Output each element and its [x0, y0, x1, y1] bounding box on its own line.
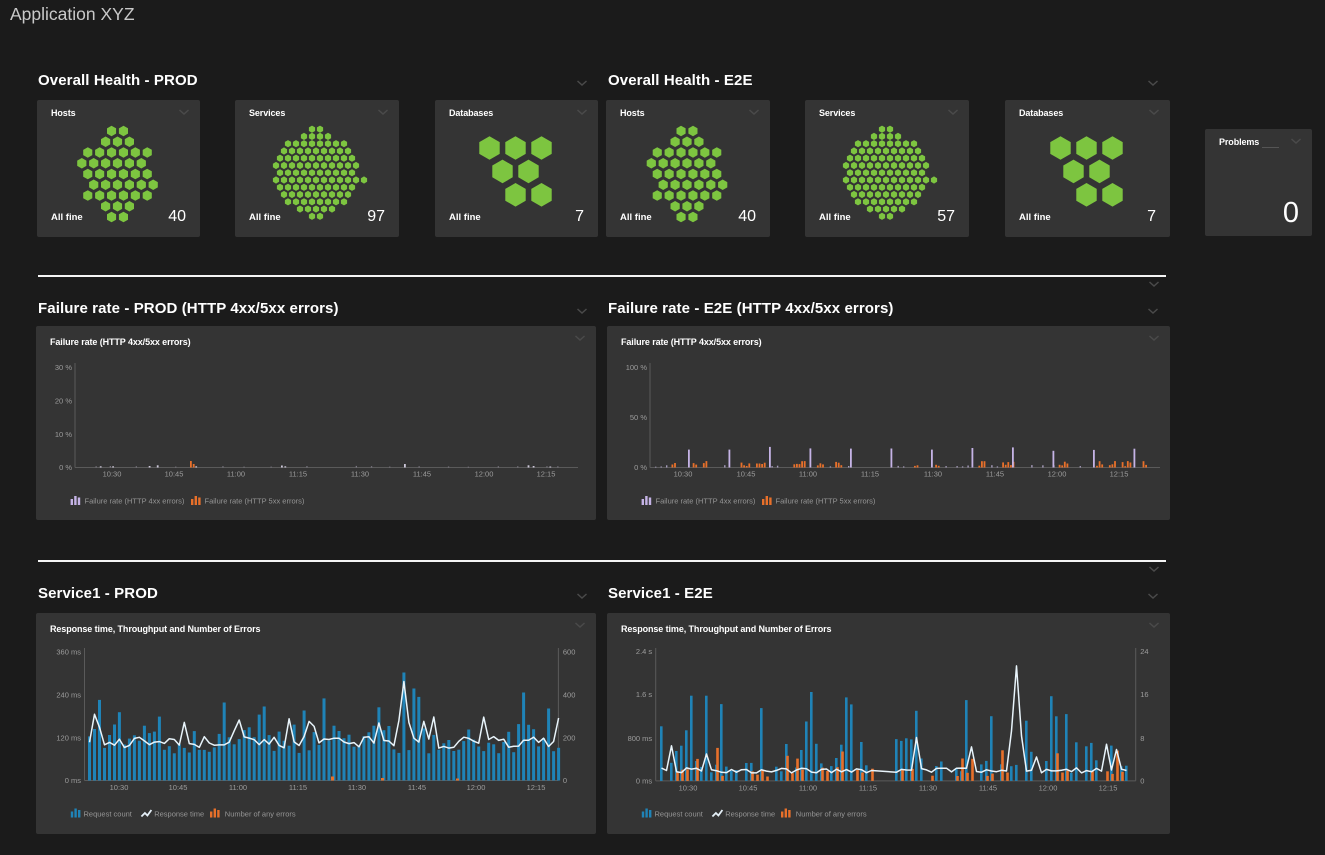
- svg-text:2.4 s: 2.4 s: [636, 647, 653, 656]
- svg-text:12:00: 12:00: [475, 470, 494, 479]
- svg-text:11:30: 11:30: [351, 470, 369, 479]
- svg-text:10:30: 10:30: [103, 470, 122, 479]
- svg-text:Failure rate (HTTP 4xx errors): Failure rate (HTTP 4xx errors): [656, 497, 756, 506]
- svg-text:10:30: 10:30: [110, 783, 129, 792]
- svg-text:100 %: 100 %: [626, 363, 648, 372]
- svg-text:Failure rate (HTTP 5xx errors): Failure rate (HTTP 5xx errors): [205, 497, 305, 506]
- svg-text:10:45: 10:45: [737, 470, 756, 479]
- svg-text:Response time: Response time: [154, 809, 204, 818]
- svg-text:120 ms: 120 ms: [56, 734, 81, 743]
- svg-text:11:45: 11:45: [408, 783, 426, 792]
- svg-text:8: 8: [1140, 734, 1144, 743]
- svg-text:11:45: 11:45: [413, 470, 431, 479]
- svg-text:11:15: 11:15: [289, 470, 307, 479]
- svg-text:24: 24: [1140, 647, 1148, 656]
- svg-text:10:30: 10:30: [679, 783, 698, 792]
- svg-text:Number of any errors: Number of any errors: [225, 809, 296, 818]
- svg-text:0 ms: 0 ms: [65, 776, 82, 785]
- svg-text:11:30: 11:30: [348, 783, 366, 792]
- svg-text:11:00: 11:00: [799, 470, 817, 479]
- svg-text:11:45: 11:45: [979, 783, 997, 792]
- svg-text:12:00: 12:00: [1048, 470, 1067, 479]
- svg-text:50 %: 50 %: [630, 413, 647, 422]
- svg-text:0 %: 0 %: [634, 463, 647, 472]
- svg-text:10:45: 10:45: [165, 470, 184, 479]
- svg-text:Request count: Request count: [655, 809, 704, 818]
- svg-text:11:15: 11:15: [861, 470, 879, 479]
- svg-text:Failure rate (HTTP 4xx errors): Failure rate (HTTP 4xx errors): [85, 497, 185, 506]
- svg-text:360 ms: 360 ms: [56, 648, 81, 657]
- svg-text:10:30: 10:30: [674, 470, 693, 479]
- svg-text:Number of any errors: Number of any errors: [796, 809, 867, 818]
- svg-text:10:45: 10:45: [169, 783, 188, 792]
- svg-text:800 ms: 800 ms: [628, 734, 653, 743]
- svg-text:200: 200: [563, 734, 576, 743]
- svg-text:20 %: 20 %: [55, 397, 72, 406]
- svg-text:11:30: 11:30: [919, 783, 937, 792]
- svg-text:10 %: 10 %: [55, 430, 72, 439]
- svg-text:12:15: 12:15: [537, 470, 556, 479]
- svg-text:11:15: 11:15: [289, 783, 307, 792]
- svg-text:12:15: 12:15: [527, 783, 546, 792]
- svg-text:0 %: 0 %: [59, 463, 72, 472]
- svg-text:400: 400: [563, 691, 576, 700]
- svg-text:0: 0: [563, 776, 567, 785]
- svg-text:12:15: 12:15: [1099, 783, 1118, 792]
- svg-text:Failure rate (HTTP 5xx errors): Failure rate (HTTP 5xx errors): [776, 497, 876, 506]
- svg-text:600: 600: [563, 648, 576, 657]
- svg-text:11:00: 11:00: [229, 783, 247, 792]
- svg-text:11:00: 11:00: [799, 783, 817, 792]
- svg-text:Request count: Request count: [84, 809, 133, 818]
- svg-text:16: 16: [1140, 690, 1148, 699]
- svg-text:1.6 s: 1.6 s: [636, 690, 653, 699]
- svg-text:11:45: 11:45: [986, 470, 1004, 479]
- svg-text:11:30: 11:30: [924, 470, 942, 479]
- svg-text:12:00: 12:00: [1039, 783, 1058, 792]
- svg-text:Response time: Response time: [725, 809, 775, 818]
- svg-text:240 ms: 240 ms: [56, 691, 81, 700]
- svg-text:12:15: 12:15: [1110, 470, 1129, 479]
- svg-text:11:00: 11:00: [227, 470, 245, 479]
- svg-text:12:00: 12:00: [467, 783, 486, 792]
- svg-text:0 ms: 0 ms: [636, 777, 653, 786]
- svg-text:10:45: 10:45: [739, 783, 758, 792]
- svg-text:0: 0: [1140, 777, 1144, 786]
- svg-text:11:15: 11:15: [859, 783, 877, 792]
- svg-text:30 %: 30 %: [55, 363, 72, 372]
